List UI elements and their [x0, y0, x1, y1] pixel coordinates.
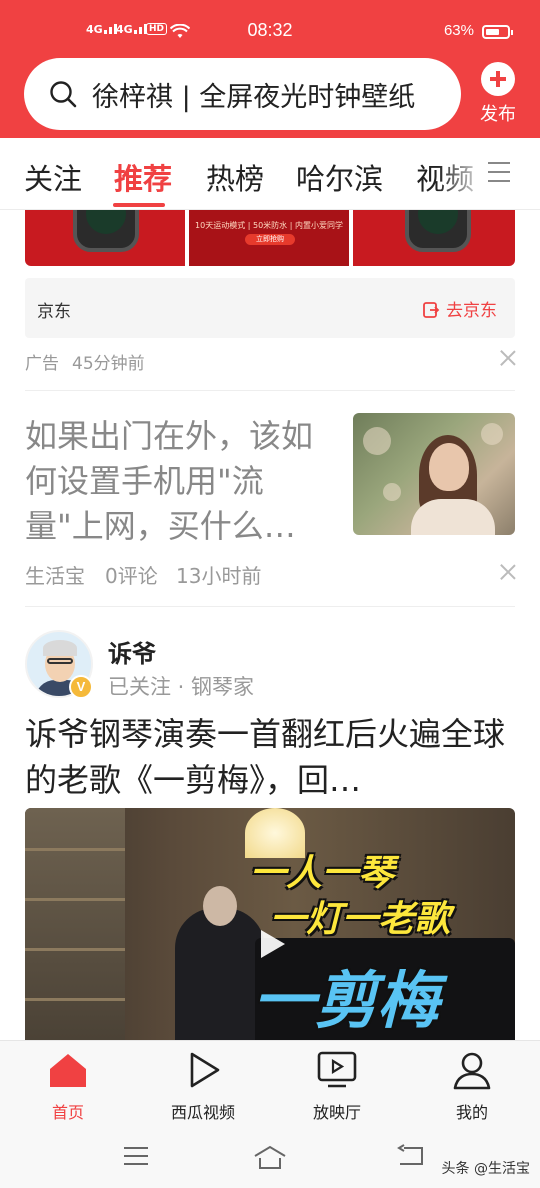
publish-button[interactable]: 发布 — [472, 60, 524, 126]
play-icon[interactable] — [253, 926, 289, 962]
watch-image — [73, 210, 139, 252]
nav-cinema-label: 放映厅 — [312, 1103, 361, 1122]
battery-percent: 63% — [443, 22, 474, 39]
home-icon — [50, 1054, 86, 1087]
nav-xigua-video[interactable]: 西瓜视频 — [143, 1049, 263, 1123]
ad-banner-image[interactable]: 10天运动模式 | 50米防水 | 内置小爱同学 立即抢购 — [25, 210, 515, 266]
play-icon — [190, 1052, 220, 1088]
search-bar[interactable]: 徐梓祺 | 全屏夜光时钟壁纸 — [24, 58, 461, 130]
app-header: 4G 4G HD 08:32 63% 徐梓祺 | 全屏夜光时钟壁纸 发布 — [0, 0, 540, 138]
tab-harbin[interactable]: 哈尔滨 — [296, 156, 383, 198]
ad-banner-text: 10天运动模式 | 50米防水 | 内置小爱同学 — [195, 221, 343, 230]
tab-hot[interactable]: 热榜 — [206, 156, 264, 198]
search-icon — [50, 81, 77, 108]
ad-brand: 京东 — [37, 302, 71, 322]
author-name[interactable]: 诉爷 — [108, 634, 156, 669]
nav-cinema[interactable]: 放映厅 — [277, 1049, 397, 1123]
screen-icon — [317, 1051, 357, 1088]
ad-label: 广告 — [25, 354, 59, 374]
ad-cta-label: 去京东 — [446, 301, 497, 321]
article-title[interactable]: 诉爷钢琴演奏一首翻红后火遍全球的老歌《一剪梅》，回… — [25, 711, 515, 803]
video-overlay-line1: 一人一琴 — [250, 853, 395, 894]
publish-label: 发布 — [480, 104, 516, 125]
menu-icon[interactable] — [122, 1144, 150, 1168]
video-overlay-line3: 一剪梅 — [253, 964, 440, 1037]
video-overlay-line2: 一灯一老歌 — [270, 899, 451, 940]
verified-badge: V — [69, 675, 93, 699]
video-thumbnail[interactable]: 一人一琴 一灯一老歌 一剪梅 — [25, 808, 515, 1040]
divider — [25, 606, 515, 607]
dismiss-icon[interactable] — [500, 564, 516, 580]
ad-time: 45分钟前 — [72, 354, 145, 374]
nav-mine[interactable]: 我的 — [412, 1049, 532, 1123]
battery-fill — [486, 29, 499, 35]
bottom-nav: 首页 西瓜视频 放映厅 我的 — [0, 1040, 540, 1128]
article-source[interactable]: 生活宝 — [25, 560, 85, 589]
tab-recommend[interactable]: 推荐 — [114, 156, 172, 198]
divider — [25, 390, 515, 391]
open-link-icon — [423, 302, 440, 318]
article-title[interactable]: 如果出门在外，该如何设置手机用"流量"上网，买什么… — [25, 414, 335, 549]
channel-tabs: 关注 推荐 热榜 哈尔滨 视频 — [0, 138, 540, 210]
search-query: 徐梓祺 | 全屏夜光时钟壁纸 — [92, 81, 416, 113]
nav-mine-label: 我的 — [455, 1103, 488, 1122]
watermark: 头条 @生活宝 — [441, 1161, 530, 1177]
article-thumbnail[interactable] — [353, 413, 515, 535]
article-comments: 0评论 — [105, 564, 158, 588]
tab-fade — [438, 138, 488, 208]
user-icon — [453, 1052, 491, 1090]
ad-cta-bar[interactable]: 京东 去京东 — [25, 278, 515, 338]
dismiss-icon[interactable] — [500, 350, 516, 366]
article-time: 13小时前 — [176, 564, 262, 588]
plus-icon — [481, 62, 515, 96]
active-tab-indicator — [113, 203, 165, 207]
ad-banner-button: 立即抢购 — [245, 234, 295, 245]
nav-xigua-label: 西瓜视频 — [170, 1103, 235, 1122]
battery-icon — [482, 25, 513, 39]
watch-image — [405, 210, 471, 252]
status-bar: 4G 4G HD 08:32 63% — [0, 0, 540, 60]
author-subtitle: 已关注 · 钢琴家 — [108, 675, 255, 699]
channel-menu-icon[interactable] — [488, 162, 510, 182]
back-icon[interactable] — [396, 1144, 426, 1168]
tab-follow[interactable]: 关注 — [24, 156, 82, 198]
ad-cta-button[interactable]: 去京东 — [422, 296, 497, 321]
nav-home[interactable]: 首页 — [8, 1049, 128, 1123]
nav-home-label: 首页 — [51, 1103, 84, 1122]
home-outline-icon[interactable] — [252, 1144, 288, 1170]
